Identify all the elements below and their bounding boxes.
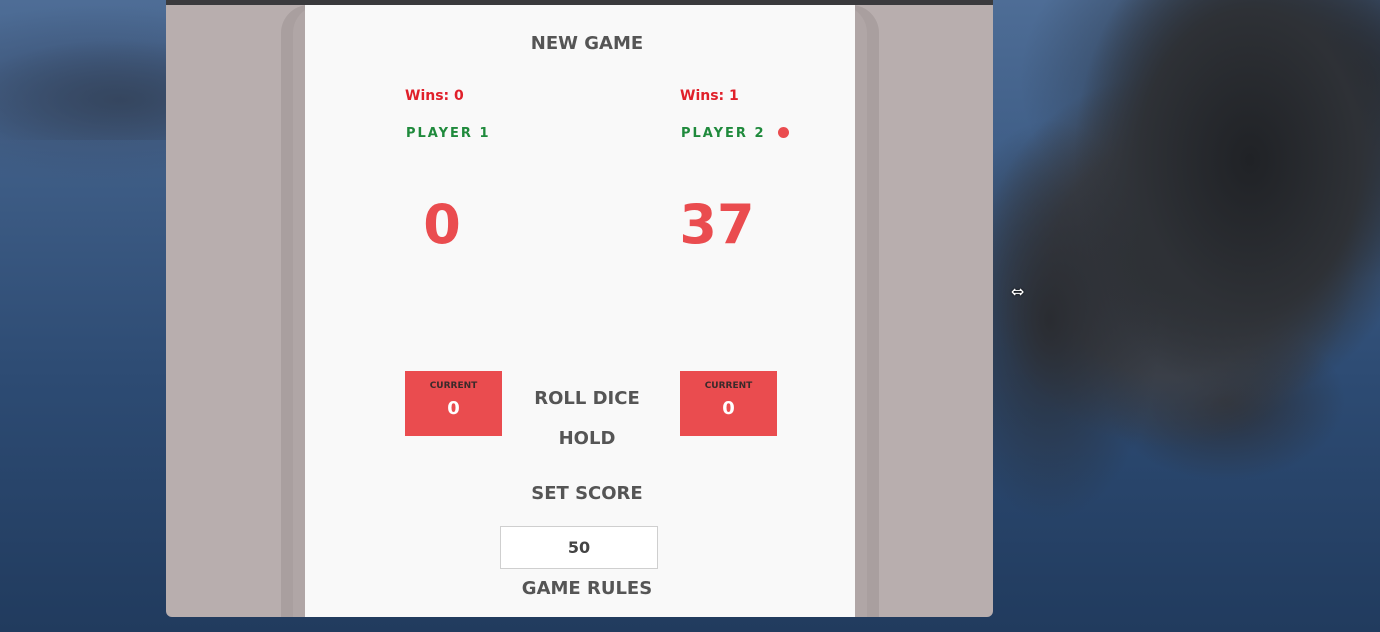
active-player-indicator-icon — [778, 127, 789, 138]
game-panel: NEW GAME Wins: 0 Wins: 1 PLAYER 1 PLAYER… — [305, 5, 855, 617]
player1-current-value: 0 — [447, 398, 460, 419]
hold-button[interactable]: HOLD — [559, 428, 616, 449]
game-rules-button[interactable]: GAME RULES — [522, 578, 652, 599]
player2-wins: Wins: 1 — [680, 88, 739, 104]
roll-dice-button[interactable]: ROLL DICE — [534, 388, 640, 409]
player1-score: 0 — [423, 193, 461, 256]
desktop-wallpaper-cliffs — [990, 0, 1380, 632]
player1-current-label: CURRENT — [429, 381, 478, 391]
player2-current-box: CURRENT 0 — [680, 371, 777, 436]
player2-current-value: 0 — [722, 398, 735, 419]
player2-current-label: CURRENT — [704, 381, 753, 391]
target-score-input[interactable] — [500, 526, 658, 569]
resize-horizontal-cursor-icon: ⇔ — [1011, 282, 1025, 301]
browser-window: NEW GAME Wins: 0 Wins: 1 PLAYER 1 PLAYER… — [166, 0, 993, 617]
player2-score: 37 — [679, 193, 755, 256]
player1-current-box: CURRENT 0 — [405, 371, 502, 436]
player2-name: PLAYER 2 — [681, 126, 766, 141]
player1-name: PLAYER 1 — [406, 126, 491, 141]
set-score-button[interactable]: SET SCORE — [531, 483, 642, 504]
player1-wins: Wins: 0 — [405, 88, 464, 104]
new-game-button[interactable]: NEW GAME — [531, 33, 643, 54]
desktop-wallpaper-hill — [0, 40, 170, 140]
